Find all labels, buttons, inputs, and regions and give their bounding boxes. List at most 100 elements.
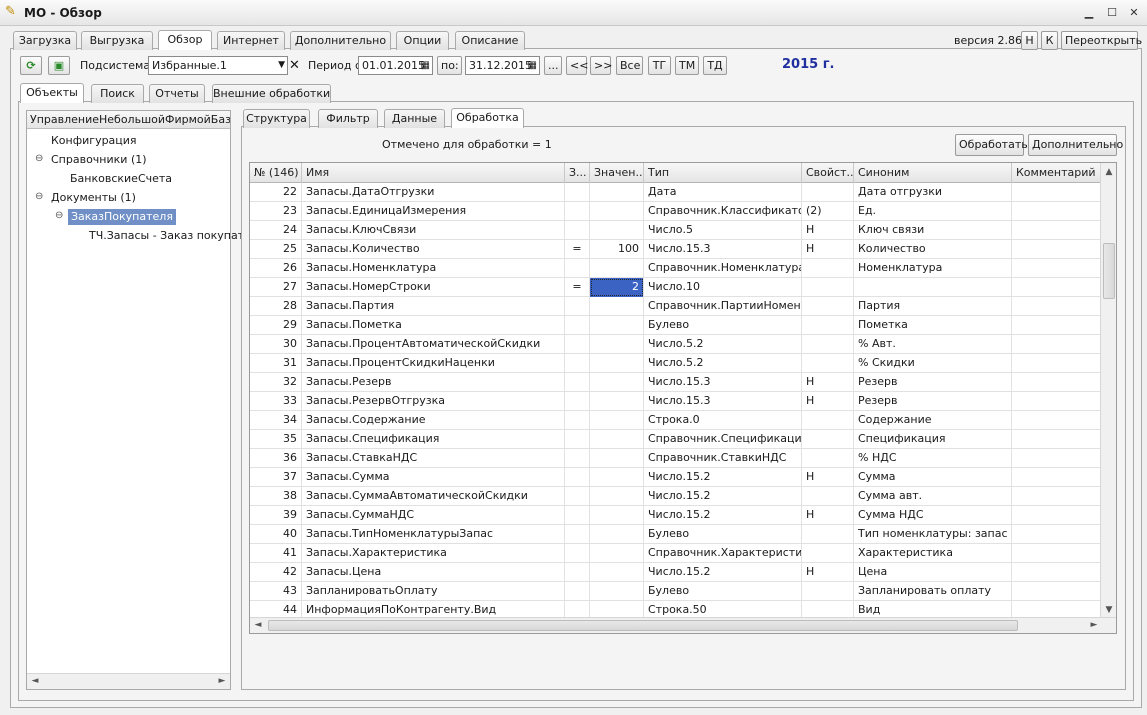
table-cell[interactable] <box>590 354 644 373</box>
table-cell[interactable]: 33 <box>250 392 302 411</box>
table-cell[interactable] <box>1012 278 1102 297</box>
table-row[interactable]: 30 Запасы.ПроцентАвтоматическойСкидки Числ… <box>250 335 1102 354</box>
table-cell[interactable] <box>802 278 854 297</box>
table-cell[interactable] <box>565 373 590 392</box>
table-cell[interactable] <box>1012 297 1102 316</box>
main-tab-1[interactable]: Выгрузка <box>81 31 153 50</box>
table-cell[interactable]: Н <box>802 240 854 259</box>
column-header-5[interactable]: Свойст... <box>802 163 854 183</box>
screen-icon[interactable]: ▣ <box>48 56 70 75</box>
table-cell[interactable]: Запасы.СуммаАвтоматическойСкидки <box>302 487 565 506</box>
table-cell[interactable] <box>1012 259 1102 278</box>
table-cell[interactable]: Запасы.КлючСвязи <box>302 221 565 240</box>
table-cell[interactable] <box>1012 392 1102 411</box>
refresh-icon[interactable]: ⟳ <box>20 56 42 75</box>
table-cell[interactable]: Резерв <box>854 392 1012 411</box>
table-cell[interactable]: 35 <box>250 430 302 449</box>
column-header-4[interactable]: Тип <box>644 163 802 183</box>
table-cell[interactable] <box>1012 563 1102 582</box>
table-cell[interactable]: Число.10 <box>644 278 802 297</box>
table-cell[interactable] <box>590 582 644 601</box>
table-cell[interactable]: Цена <box>854 563 1012 582</box>
main-tab-2[interactable]: Обзор <box>158 30 212 50</box>
table-cell[interactable]: Резерв <box>854 373 1012 392</box>
table-cell[interactable]: 34 <box>250 411 302 430</box>
column-header-0[interactable]: № (146) <box>250 163 302 183</box>
table-cell[interactable] <box>802 525 854 544</box>
table-cell[interactable] <box>565 544 590 563</box>
maximize-icon[interactable]: ☐ <box>1104 5 1120 21</box>
table-cell[interactable]: Запасы.Спецификация <box>302 430 565 449</box>
table-cell[interactable]: Справочник.СтавкиНДС <box>644 449 802 468</box>
table-row[interactable]: 39 Запасы.СуммаНДС Число.15.2 Н Сумма НДС <box>250 506 1102 525</box>
table-cell[interactable]: Запасы.Количество <box>302 240 565 259</box>
table-cell[interactable] <box>802 183 854 202</box>
table-cell[interactable]: Запасы.ЕдиницаИзмерения <box>302 202 565 221</box>
table-cell[interactable] <box>1012 487 1102 506</box>
table-cell[interactable]: Число.5.2 <box>644 335 802 354</box>
table-cell[interactable]: Сумма авт. <box>854 487 1012 506</box>
table-cell[interactable]: Число.15.2 <box>644 487 802 506</box>
table-cell[interactable]: Н <box>802 563 854 582</box>
clear-icon[interactable]: ✕ <box>289 58 300 73</box>
table-cell[interactable] <box>1012 430 1102 449</box>
table-cell[interactable]: = <box>565 278 590 297</box>
table-cell[interactable]: Спецификация <box>854 430 1012 449</box>
collapse-icon[interactable]: ⊖ <box>55 210 63 221</box>
table-cell[interactable] <box>802 487 854 506</box>
table-cell[interactable]: Справочник.ПартииНоменк... <box>644 297 802 316</box>
subsystem-select[interactable]: Избранные.1 ▼ <box>148 56 288 75</box>
table-cell[interactable]: Булево <box>644 525 802 544</box>
table-cell[interactable]: Справочник.Номенклатура <box>644 259 802 278</box>
table-cell[interactable] <box>565 316 590 335</box>
table-cell[interactable]: Запасы.Пометка <box>302 316 565 335</box>
table-cell[interactable]: 25 <box>250 240 302 259</box>
more-button[interactable]: Дополнительно <box>1028 134 1123 156</box>
table-cell[interactable] <box>590 259 644 278</box>
table-cell[interactable]: Партия <box>854 297 1012 316</box>
tree-item-inventory-table[interactable]: ТЧ.Запасы - Заказ покупате <box>89 228 251 244</box>
table-cell[interactable] <box>802 259 854 278</box>
table-cell[interactable]: 100 <box>590 240 644 259</box>
table-cell[interactable]: Справочник.Спецификации <box>644 430 802 449</box>
scroll-right-icon[interactable]: ► <box>214 676 230 686</box>
table-cell[interactable]: 41 <box>250 544 302 563</box>
table-cell[interactable] <box>1012 449 1102 468</box>
close-icon[interactable]: ✕ <box>1126 5 1142 21</box>
table-cell[interactable] <box>590 468 644 487</box>
table-cell[interactable] <box>1012 335 1102 354</box>
table-row[interactable]: 24 Запасы.КлючСвязи Число.5 Н Ключ связи <box>250 221 1102 240</box>
table-cell[interactable]: 31 <box>250 354 302 373</box>
table-cell[interactable] <box>1012 221 1102 240</box>
table-cell[interactable] <box>565 468 590 487</box>
table-cell[interactable] <box>565 183 590 202</box>
hscroll-thumb[interactable] <box>268 620 1018 631</box>
table-cell[interactable] <box>565 449 590 468</box>
table-cell[interactable] <box>590 449 644 468</box>
table-cell[interactable]: Запасы.ДатаОтгрузки <box>302 183 565 202</box>
table-cell[interactable]: 24 <box>250 221 302 240</box>
table-cell[interactable] <box>590 297 644 316</box>
table-cell[interactable]: 22 <box>250 183 302 202</box>
chevron-down-icon[interactable]: ▼ <box>278 57 285 74</box>
column-header-1[interactable]: Имя <box>302 163 565 183</box>
table-cell[interactable]: Запасы.Партия <box>302 297 565 316</box>
table-cell[interactable]: 2 <box>590 278 644 297</box>
tree-item-documents[interactable]: Документы (1) <box>51 190 136 206</box>
right-tab-2[interactable]: Данные <box>384 109 445 128</box>
table-cell[interactable] <box>1012 354 1102 373</box>
table-cell[interactable]: 43 <box>250 582 302 601</box>
table-cell[interactable]: 26 <box>250 259 302 278</box>
table-cell[interactable] <box>802 411 854 430</box>
table-row[interactable]: 28 Запасы.Партия Справочник.ПартииНоменк..… <box>250 297 1102 316</box>
table-cell[interactable] <box>1012 202 1102 221</box>
table-cell[interactable] <box>590 544 644 563</box>
table-cell[interactable] <box>565 335 590 354</box>
table-cell[interactable] <box>802 297 854 316</box>
main-tab-0[interactable]: Загрузка <box>13 31 77 50</box>
right-tab-1[interactable]: Фильтр <box>318 109 378 128</box>
main-tab-4[interactable]: Дополнительно <box>290 31 391 50</box>
table-cell[interactable] <box>565 411 590 430</box>
table-cell[interactable] <box>1012 240 1102 259</box>
table-cell[interactable]: % НДС <box>854 449 1012 468</box>
